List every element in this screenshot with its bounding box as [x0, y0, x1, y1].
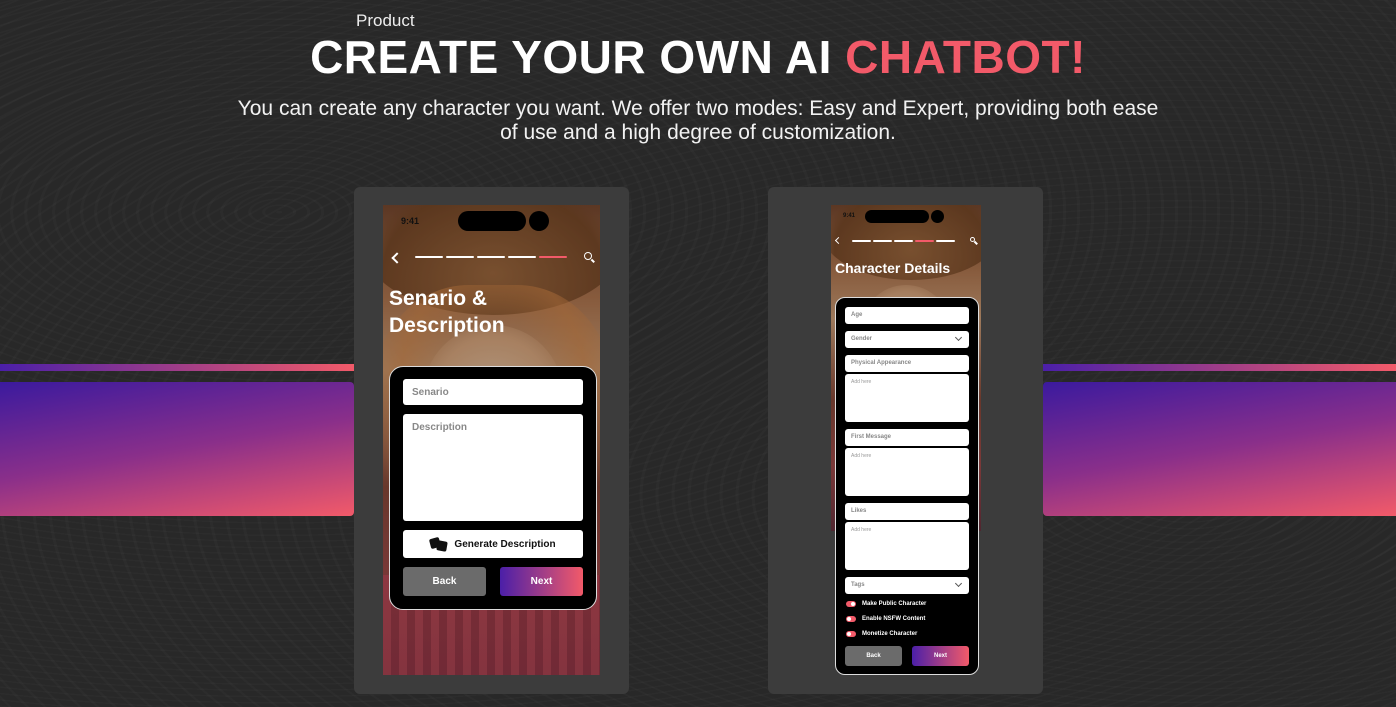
toggle-label: Monetize Character	[862, 631, 918, 637]
physical-appearance-textarea[interactable]: Add here	[845, 374, 969, 422]
status-time: 9:41	[843, 213, 856, 219]
progress-steps	[852, 240, 955, 242]
next-button[interactable]: Next	[912, 646, 969, 666]
decor-band-line-right	[1043, 364, 1396, 371]
scenario-input[interactable]: Senario	[403, 379, 583, 405]
toggle-switch[interactable]	[846, 616, 856, 622]
likes-label: Likes	[845, 503, 969, 520]
page-headline: CREATE YOUR OWN AI CHATBOT!	[0, 30, 1396, 84]
progress-step	[936, 240, 955, 242]
expert-mode-card: 9:41 Character Details Age Gender Physic…	[768, 187, 1043, 694]
character-details-panel: Age Gender Physical Appearance Add here …	[835, 297, 979, 675]
back-button[interactable]: Back	[845, 646, 902, 666]
tags-select-label: Tags	[851, 582, 865, 588]
description-textarea[interactable]: Description	[403, 414, 583, 521]
scenario-form-panel: Senario Description Generate Description…	[389, 366, 597, 610]
progress-step-active	[539, 256, 567, 258]
tags-select[interactable]: Tags	[845, 577, 969, 594]
toggle-label: Enable NSFW Content	[862, 616, 926, 622]
first-message-label: First Message	[845, 429, 969, 446]
toggle-row-monetize[interactable]: Monetize Character	[846, 631, 917, 637]
decor-band-left	[0, 382, 354, 516]
headline-accent: CHATBOT!	[845, 31, 1086, 83]
search-icon[interactable]	[584, 252, 592, 260]
progress-step	[508, 256, 536, 258]
age-input[interactable]: Age	[845, 307, 969, 324]
decor-band-right	[1043, 382, 1396, 516]
progress-step	[852, 240, 871, 242]
progress-step-active	[915, 240, 934, 242]
decor-band-line-left	[0, 364, 354, 371]
next-button[interactable]: Next	[500, 567, 583, 596]
dice-icon	[429, 536, 449, 552]
screen-title: Senario & Description	[389, 287, 505, 337]
progress-step	[894, 240, 913, 242]
toggle-switch[interactable]	[846, 631, 856, 637]
progress-step	[873, 240, 892, 242]
toggle-label: Make Public Character	[862, 601, 927, 607]
generate-description-button[interactable]: Generate Description	[403, 530, 583, 558]
toggle-row-public[interactable]: Make Public Character	[846, 601, 926, 607]
search-icon[interactable]	[970, 237, 975, 242]
eyebrow-label: Product	[356, 11, 415, 30]
physical-appearance-label: Physical Appearance	[845, 355, 969, 372]
progress-steps	[415, 256, 567, 258]
gender-select[interactable]: Gender	[845, 331, 969, 348]
dynamic-island	[458, 211, 526, 231]
camera-dot	[931, 210, 944, 223]
camera-dot	[529, 211, 549, 231]
toggle-switch[interactable]	[846, 601, 856, 607]
gender-select-label: Gender	[851, 336, 873, 342]
headline-main: CREATE YOUR OWN AI	[310, 31, 846, 83]
progress-step	[446, 256, 474, 258]
screen-title: Character Details	[835, 260, 951, 276]
back-button[interactable]: Back	[403, 567, 486, 596]
status-time: 9:41	[401, 216, 420, 226]
dynamic-island	[865, 210, 929, 223]
first-message-textarea[interactable]: Add here	[845, 448, 969, 496]
toggle-row-nsfw[interactable]: Enable NSFW Content	[846, 616, 925, 622]
phone-screen-scenario: 9:41 Senario & Description Senario Descr…	[383, 205, 600, 675]
page-subtitle: You can create any character you want. W…	[237, 97, 1159, 144]
progress-step	[477, 256, 505, 258]
chevron-down-icon	[954, 333, 963, 342]
progress-step	[415, 256, 443, 258]
generate-description-label: Generate Description	[454, 538, 556, 550]
likes-textarea[interactable]: Add here	[845, 522, 969, 570]
chevron-down-icon	[954, 579, 963, 588]
easy-mode-card: 9:41 Senario & Description Senario Descr…	[354, 187, 629, 694]
